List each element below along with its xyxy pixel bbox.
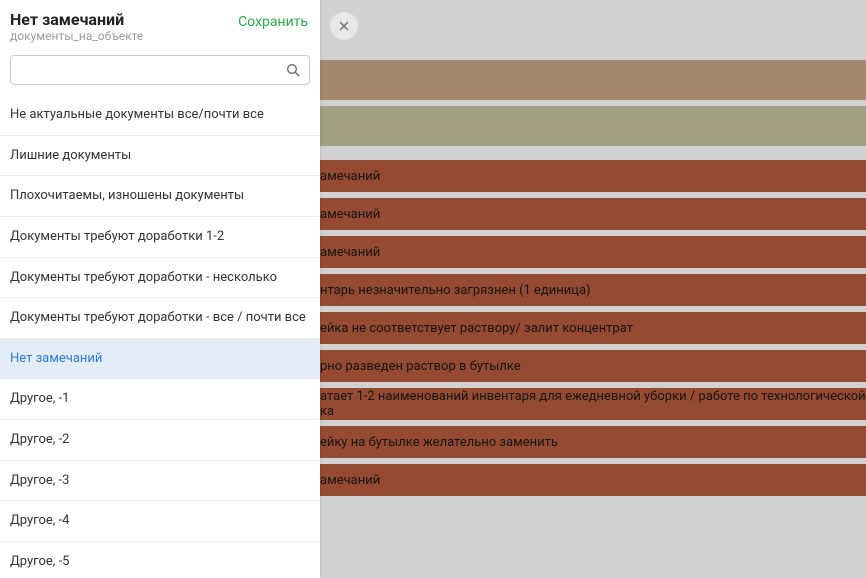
search-container — [0, 51, 320, 95]
list-item[interactable]: Нет замечаний — [0, 339, 320, 380]
panel-subtitle: документы_на_объекте — [10, 29, 143, 43]
search-icon — [285, 62, 301, 78]
list-item[interactable]: Не актуальные документы все/почти все — [0, 95, 320, 136]
list-item[interactable]: Документы требуют доработки - несколько — [0, 258, 320, 299]
panel-header: Нет замечаний документы_на_объекте Сохра… — [0, 0, 320, 51]
save-button[interactable]: Сохранить — [238, 10, 308, 30]
list-item[interactable]: Документы требуют доработки 1-2 — [0, 217, 320, 258]
panel-title: Нет замечаний — [10, 10, 143, 29]
list-item[interactable]: Лишние документы — [0, 136, 320, 177]
list-item[interactable]: Другое, -1 — [0, 379, 320, 420]
list-item[interactable]: Другое, -4 — [0, 501, 320, 542]
list-item[interactable]: Другое, -5 — [0, 542, 320, 578]
close-button[interactable] — [330, 12, 358, 40]
list-item[interactable]: Документы требуют доработки - все / почт… — [0, 298, 320, 339]
search-input[interactable] — [19, 63, 285, 78]
option-list[interactable]: Не актуальные документы все/почти всеЛиш… — [0, 95, 320, 578]
selection-panel: Нет замечаний документы_на_объекте Сохра… — [0, 0, 320, 578]
close-icon — [337, 19, 351, 33]
list-item[interactable]: Другое, -3 — [0, 461, 320, 502]
search-box[interactable] — [10, 55, 310, 85]
list-item[interactable]: Плохочитаемы, изношены документы — [0, 176, 320, 217]
list-item[interactable]: Другое, -2 — [0, 420, 320, 461]
